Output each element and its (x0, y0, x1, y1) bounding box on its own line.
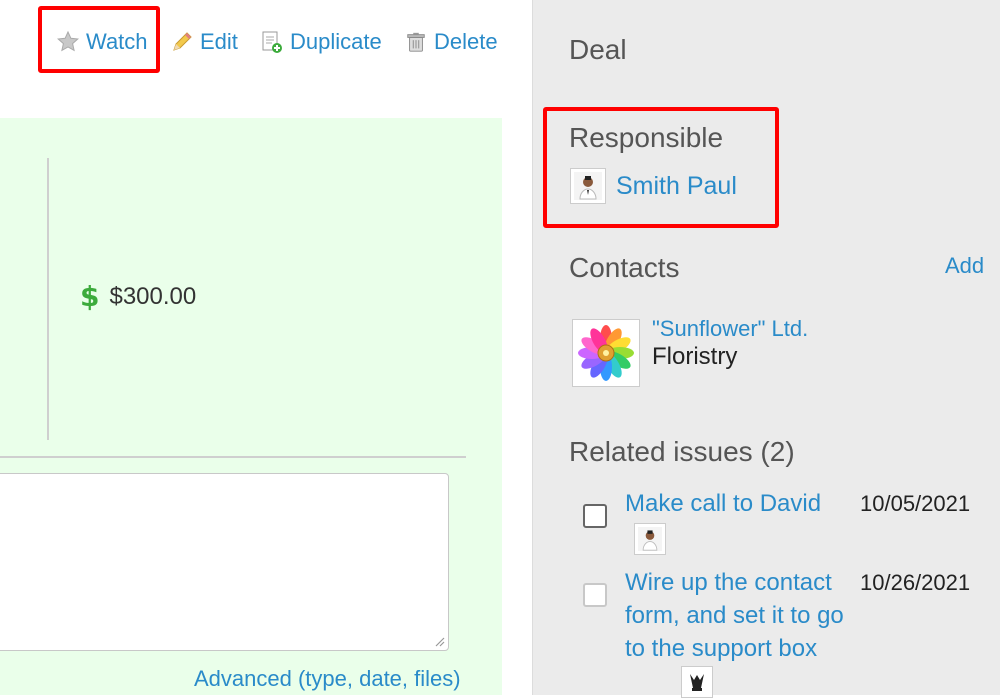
issue-assignee-avatar (634, 523, 666, 555)
issue-date: 10/05/2021 (860, 491, 971, 516)
duplicate-icon (260, 30, 284, 54)
issue-checkbox[interactable] (583, 583, 607, 607)
pencil-icon (170, 30, 194, 54)
duplicate-label: Duplicate (290, 29, 382, 54)
issue-title-link[interactable]: Wire up the contact form, and set it to … (625, 566, 855, 665)
deal-amount-value: $300.00 (109, 282, 197, 310)
dollar-icon: $ (80, 280, 100, 313)
contact-subtitle: Floristry (652, 343, 738, 370)
edit-label: Edit (200, 29, 238, 54)
comment-textarea[interactable] (0, 473, 449, 651)
issue-assignee-avatar (681, 666, 713, 698)
related-issues-heading: Related issues (2) (569, 436, 795, 467)
avatar-icon (681, 666, 713, 698)
issue-date: 10/26/2021 (860, 570, 971, 595)
contacts-heading: Contacts (569, 252, 680, 283)
watch-highlight-box (38, 6, 160, 73)
responsible-highlight-box (543, 107, 779, 228)
contact-name-link[interactable]: "Sunflower" Ltd. (652, 316, 808, 342)
divider-horizontal (0, 456, 466, 458)
add-contact-link[interactable]: Add (945, 253, 984, 279)
deal-amount: $ $300.00 (80, 280, 196, 313)
edit-button[interactable]: Edit (170, 26, 238, 58)
delete-button[interactable]: Delete (404, 26, 498, 58)
delete-label: Delete (434, 29, 498, 54)
advanced-options-link[interactable]: Advanced (type, date, files) (194, 666, 461, 692)
issue-title-link[interactable]: Make call to David (625, 487, 855, 520)
trash-icon (404, 30, 428, 54)
avatar-icon (634, 523, 666, 555)
issue-checkbox[interactable] (583, 504, 607, 528)
sidebar-title: Deal (569, 34, 627, 65)
resize-grip-icon[interactable] (433, 635, 445, 647)
duplicate-button[interactable]: Duplicate (260, 26, 382, 58)
divider-vertical (47, 158, 49, 440)
sunflower-logo-icon (572, 319, 640, 387)
